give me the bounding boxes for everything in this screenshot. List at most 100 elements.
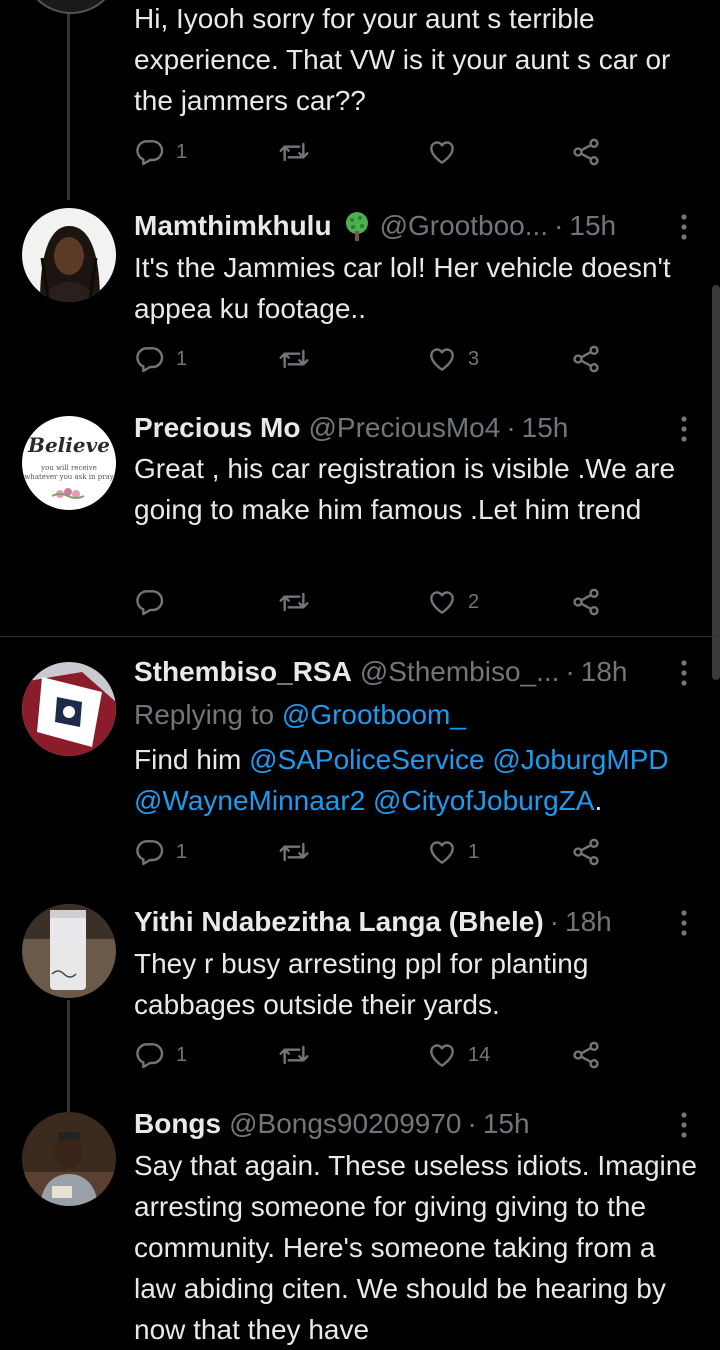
retweet-icon	[278, 136, 310, 168]
avatar[interactable]	[22, 662, 116, 756]
avatar[interactable]	[22, 0, 120, 14]
avatar[interactable]	[22, 208, 116, 302]
reply-icon	[134, 136, 166, 168]
timestamp[interactable]: 15h	[522, 412, 569, 444]
retweet-button[interactable]	[278, 339, 320, 379]
timestamp[interactable]: 18h	[581, 656, 628, 688]
tweet-header: Sthembiso_RSA @Sthembiso_... · 18h	[134, 652, 674, 692]
tweet-actions: 1 1	[134, 832, 614, 872]
like-count: 3	[468, 347, 480, 370]
retweet-icon	[278, 836, 310, 868]
heart-icon	[426, 136, 458, 168]
more-icon[interactable]	[674, 1110, 694, 1140]
replying-to: Replying to @Grootboom_	[134, 694, 704, 735]
share-icon	[570, 136, 602, 168]
tree-emoji	[345, 212, 368, 241]
tweet-actions: 1 14	[134, 1035, 614, 1075]
tweet-text: Say that again. These useless idiots. Im…	[134, 1150, 697, 1345]
heart-icon	[426, 343, 458, 375]
heart-icon	[426, 836, 458, 868]
timestamp[interactable]: 15h	[483, 1108, 530, 1140]
tweet-text: They r busy arresting ppl for planting c…	[134, 948, 589, 1020]
user-handle[interactable]: @Bongs90209970	[229, 1108, 461, 1140]
separator: ·	[554, 210, 564, 241]
scrollbar[interactable]	[712, 285, 720, 680]
reply-icon	[134, 586, 166, 618]
share-icon	[570, 343, 602, 375]
share-icon	[570, 586, 602, 618]
share-icon	[570, 1039, 602, 1071]
share-button[interactable]	[570, 132, 602, 172]
like-count: 1	[468, 840, 480, 863]
reply-icon	[134, 1039, 166, 1071]
timestamp[interactable]: 18h	[565, 906, 612, 938]
display-name[interactable]: Mamthimkhulu	[134, 210, 332, 242]
separator: ·	[565, 656, 575, 687]
more-icon[interactable]	[674, 414, 694, 444]
reply-button[interactable]: 1	[134, 339, 187, 379]
tweet-actions: 1 3	[134, 339, 614, 379]
avatar-script-text: Believe	[27, 433, 110, 457]
tweet-header: Bongs @Bongs90209970 · 15h	[134, 1104, 674, 1144]
more-icon[interactable]	[674, 908, 694, 938]
share-button[interactable]	[570, 582, 602, 622]
like-button[interactable]: 3	[426, 339, 479, 379]
like-button[interactable]: 1	[426, 832, 479, 872]
retweet-button[interactable]	[278, 582, 320, 622]
retweet-button[interactable]	[278, 832, 320, 872]
like-count: 2	[468, 590, 480, 613]
reply-count: 1	[176, 1043, 188, 1066]
reply-button[interactable]: 1	[134, 1035, 187, 1075]
display-name[interactable]: Sthembiso_RSA	[134, 656, 352, 688]
share-button[interactable]	[570, 339, 602, 379]
avatar-script-text: you will receive	[40, 464, 97, 472]
thread-line	[67, 0, 70, 200]
like-count: 14	[468, 1043, 491, 1066]
tweet-header: Mamthimkhulu @Grootboo... · 15h	[134, 206, 674, 246]
share-button[interactable]	[570, 832, 602, 872]
avatar[interactable]	[22, 1112, 116, 1206]
reply-button[interactable]: 1	[134, 132, 187, 172]
more-icon[interactable]	[674, 212, 694, 242]
reply-count: 1	[176, 347, 188, 370]
user-handle[interactable]: @PreciousMo4	[308, 412, 500, 444]
replying-to-label: Replying to	[134, 699, 275, 730]
mention-link[interactable]: @CityofJoburgZA	[373, 785, 594, 816]
retweet-icon	[278, 586, 310, 618]
heart-icon	[426, 1039, 458, 1071]
separator: ·	[506, 412, 516, 443]
like-button[interactable]	[426, 132, 468, 172]
display-name[interactable]: Yithi Ndabezitha Langa (Bhele)	[134, 906, 544, 938]
reply-icon	[134, 836, 166, 868]
tweet-text: It's the Jammies car lol! Her vehicle do…	[134, 252, 671, 324]
replying-to-handle[interactable]: @Grootboom_	[282, 699, 466, 730]
reply-count: 1	[176, 140, 188, 163]
retweet-icon	[278, 1039, 310, 1071]
separator: ·	[549, 906, 559, 937]
tweet-actions: 1	[134, 132, 614, 172]
heart-icon	[426, 586, 458, 618]
mention-link[interactable]: @WayneMinnaar2	[134, 785, 365, 816]
more-icon[interactable]	[674, 658, 694, 688]
display-name[interactable]: Precious Mo	[134, 412, 300, 444]
tweet-header: Yithi Ndabezitha Langa (Bhele) · 18h	[134, 902, 674, 942]
like-button[interactable]: 14	[426, 1035, 490, 1075]
mention-link[interactable]: @SAPoliceService	[249, 744, 484, 775]
reply-button[interactable]: 1	[134, 832, 187, 872]
like-button[interactable]: 2	[426, 582, 479, 622]
share-button[interactable]	[570, 1035, 602, 1075]
user-handle[interactable]: @Grootboo...	[380, 210, 549, 242]
tweet-actions: 2	[134, 582, 614, 622]
user-handle[interactable]: @Sthembiso_...	[360, 656, 560, 688]
reply-button[interactable]	[134, 582, 176, 622]
retweet-button[interactable]	[278, 1035, 320, 1075]
display-name[interactable]: Bongs	[134, 1108, 221, 1140]
timestamp[interactable]: 15h	[569, 210, 616, 242]
avatar[interactable]	[22, 904, 116, 998]
avatar[interactable]: Believe you will receive whatever you as…	[22, 416, 116, 510]
retweet-icon	[278, 343, 310, 375]
mention-link[interactable]: @JoburgMPD	[492, 744, 668, 775]
tweet-text-suffix: .	[594, 785, 603, 816]
retweet-button[interactable]	[278, 132, 320, 172]
tweet-text: Hi, Iyooh sorry for your aunt s terrible…	[134, 3, 671, 116]
